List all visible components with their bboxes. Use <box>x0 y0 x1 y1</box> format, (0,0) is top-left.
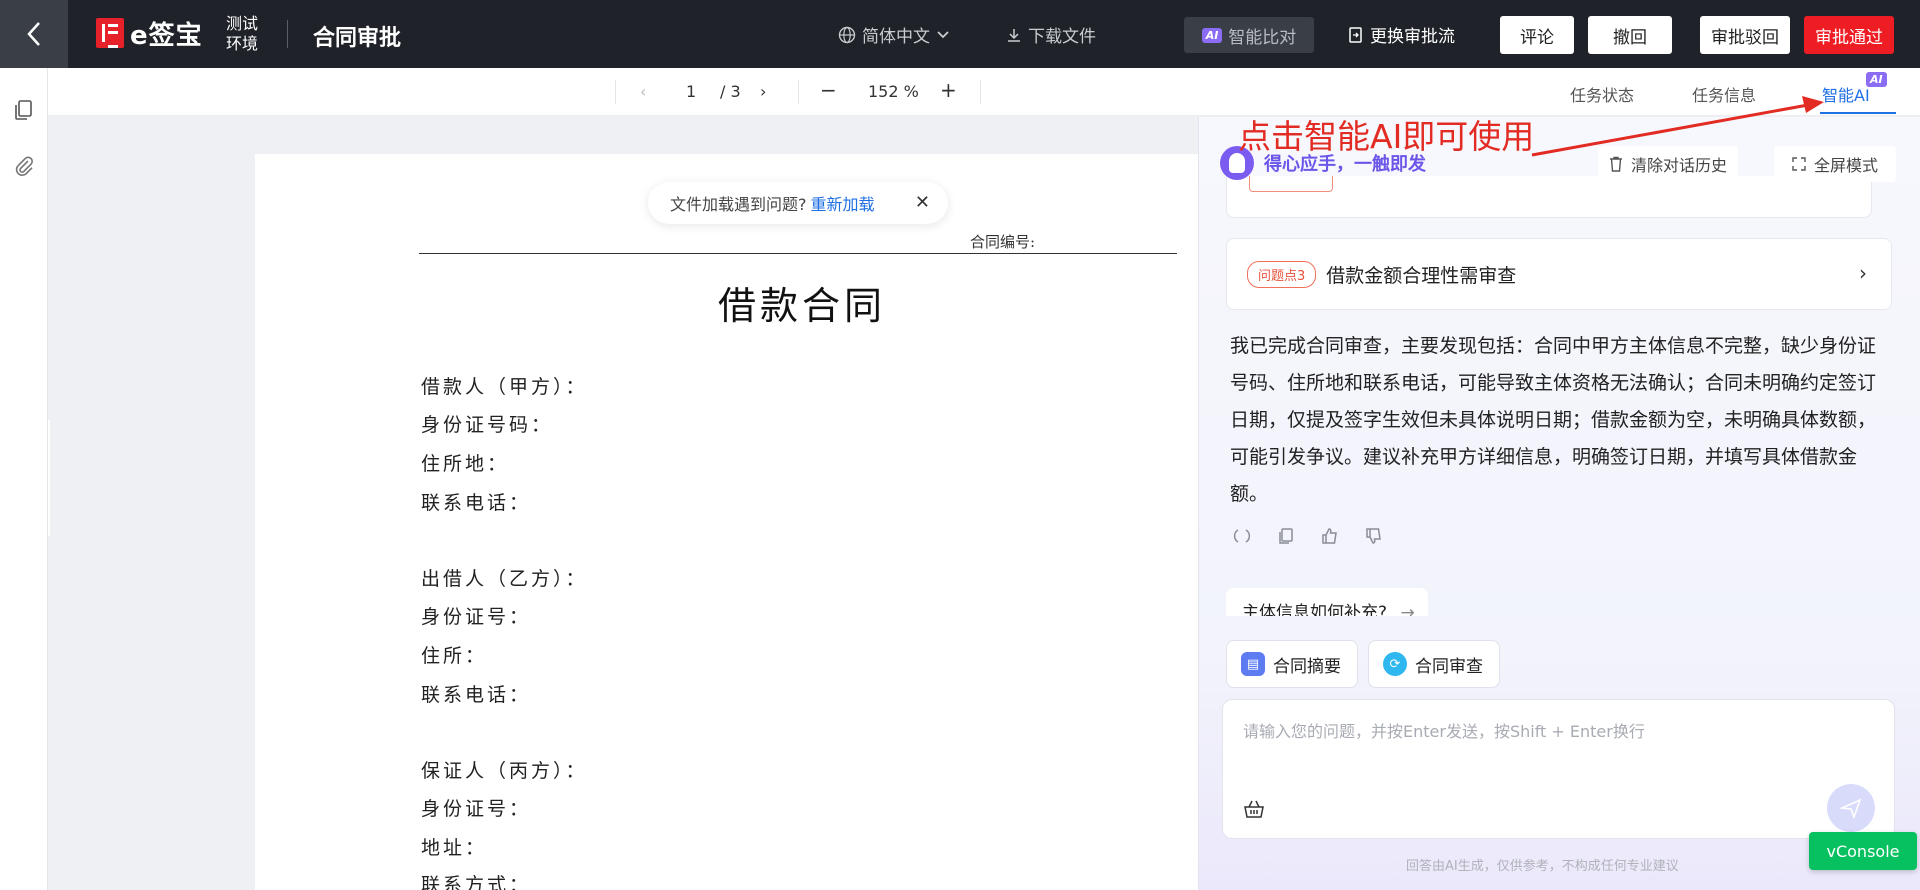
contract-number-label: 合同编号: <box>970 233 1036 251</box>
book-icon: ▤ <box>1241 652 1265 676</box>
download-button[interactable]: 下载文件 <box>1006 22 1096 47</box>
suggested-question-text: 主体信息如何补充? <box>1242 603 1388 616</box>
env-label: 测试环境 <box>226 14 259 53</box>
review-icon: ⟳ <box>1383 652 1407 676</box>
issue-tag: 问题点3 <box>1247 260 1317 288</box>
attachment-icon[interactable] <box>12 154 36 178</box>
reject-button[interactable]: 审批驳回 <box>1700 16 1790 54</box>
doc-field: 身份证号： <box>421 798 532 820</box>
arrow-right-icon: → <box>1400 603 1415 616</box>
doc-field: 出借人（乙方）： <box>421 568 588 590</box>
doc-field: 地址： <box>421 837 488 859</box>
reload-link[interactable]: 重新加载 <box>811 191 875 215</box>
doc-field: 联系电话： <box>421 684 532 706</box>
approve-button[interactable]: 审批通过 <box>1804 16 1894 54</box>
tab-task-info[interactable]: 任务信息 <box>1692 82 1756 106</box>
fullscreen-label: 全屏模式 <box>1813 156 1878 175</box>
doc-field: 联系电话： <box>421 492 532 514</box>
divider <box>798 80 799 104</box>
change-flow-label: 更换审批流 <box>1370 27 1455 47</box>
top-bar: e签宝 测试环境 合同审批 简体中文 下载文件 AI 智能比对 更换审批流 评论… <box>0 0 1920 68</box>
viewer-toolbar: ‹ 1 / 3 › − 152 % + <box>48 68 1920 116</box>
contract-review-label: 合同审查 <box>1415 656 1483 677</box>
send-button[interactable] <box>1827 784 1875 832</box>
doc-field: 住所地： <box>421 453 510 475</box>
contract-summary-label: 合同摘要 <box>1273 656 1341 677</box>
change-flow-button[interactable]: 更换审批流 <box>1348 22 1455 47</box>
header-rule <box>419 253 1177 254</box>
logo-text: e签宝 <box>130 20 203 51</box>
doc-field: 身份证号： <box>421 606 532 628</box>
annotation-text: 点击智能AI即可使用 <box>1238 117 1535 156</box>
send-icon <box>1840 798 1862 819</box>
tab-task-status[interactable]: 任务状态 <box>1570 82 1634 106</box>
logo-mark <box>96 18 124 48</box>
total-pages: / 3 <box>720 82 741 101</box>
doc-field: 保证人（丙方）： <box>421 760 588 782</box>
ai-disclaimer: 回答由AI生成，仅供参考，不构成任何专业建议 <box>1406 859 1679 874</box>
clear-history-button[interactable]: 清除对话历史 <box>1598 146 1738 182</box>
doc-field: 住所： <box>421 645 488 667</box>
basket-icon[interactable] <box>1243 798 1265 820</box>
load-error-toast: 文件加载遇到问题? 重新加载 ✕ <box>648 182 948 224</box>
zoom-out-button[interactable]: − <box>820 78 837 102</box>
contract-title: 借款合同 <box>718 284 887 328</box>
comment-button[interactable]: 评论 <box>1500 16 1574 54</box>
divider <box>287 20 288 48</box>
suggested-question[interactable]: 主体信息如何补充? → <box>1226 588 1428 616</box>
tab-smart-ai[interactable]: 智能AI <box>1822 82 1870 106</box>
doc-field: 联系方式： <box>421 874 532 890</box>
issue-title: 借款金额合理性需审查 <box>1326 264 1517 287</box>
divider <box>615 80 616 104</box>
page-title: 合同审批 <box>313 26 402 51</box>
download-label: 下载文件 <box>1028 27 1096 47</box>
next-page-button[interactable]: › <box>760 82 766 101</box>
regenerate-icon[interactable] <box>1232 526 1252 546</box>
contract-summary-button[interactable]: ▤ 合同摘要 <box>1226 640 1358 688</box>
chevron-down-icon <box>937 30 949 38</box>
doc-field: 身份证号码： <box>421 414 554 436</box>
ai-answer: 我已完成合同审查，主要发现包括：合同中甲方主体信息不完整，缺少身份证号码、住所地… <box>1230 335 1877 505</box>
active-tab-indicator <box>1820 112 1896 114</box>
copy-icon[interactable] <box>1276 526 1296 546</box>
answer-actions <box>1232 526 1384 546</box>
zoom-in-button[interactable]: + <box>940 78 957 102</box>
vconsole-button[interactable]: vConsole <box>1809 832 1917 870</box>
issue-card[interactable]: 问题点3 借款金额合理性需审查 › <box>1226 238 1892 310</box>
copy-pages-icon[interactable] <box>12 98 36 122</box>
fullscreen-icon <box>1792 157 1806 171</box>
thumbs-down-icon[interactable] <box>1364 526 1384 546</box>
ai-superscript-badge: AI <box>1866 72 1887 87</box>
toast-message: 文件加载遇到问题? <box>670 195 807 214</box>
chevron-left-icon <box>27 22 40 46</box>
left-rail <box>0 68 48 890</box>
logo: e签宝 <box>96 17 203 51</box>
globe-icon <box>838 26 856 43</box>
question-input[interactable] <box>1243 718 1863 778</box>
divider <box>980 80 981 104</box>
contract-review-button[interactable]: ⟳ 合同审查 <box>1368 640 1500 688</box>
thumbs-up-icon[interactable] <box>1320 526 1340 546</box>
current-page[interactable]: 1 <box>686 82 696 101</box>
language-label: 简体中文 <box>862 27 930 47</box>
download-icon <box>1008 28 1020 42</box>
issue-card-previous[interactable] <box>1226 176 1872 218</box>
prev-page-button[interactable]: ‹ <box>640 82 646 101</box>
fullscreen-button[interactable]: 全屏模式 <box>1774 146 1896 182</box>
ai-compare-button[interactable]: AI 智能比对 <box>1184 17 1314 53</box>
document-page <box>255 154 1255 890</box>
clear-history-label: 清除对话历史 <box>1630 156 1727 175</box>
doc-field: 借款人（甲方）： <box>421 376 588 398</box>
ai-compare-label: 智能比对 <box>1228 27 1297 48</box>
ai-badge: AI <box>1201 27 1223 43</box>
withdraw-button[interactable]: 撤回 <box>1588 16 1672 54</box>
chevron-right-icon: › <box>1859 261 1867 285</box>
question-input-box <box>1222 699 1895 839</box>
zoom-level: 152 % <box>868 82 919 101</box>
trash-icon <box>1609 156 1622 172</box>
language-selector[interactable]: 简体中文 <box>838 22 950 47</box>
close-icon[interactable]: ✕ <box>915 192 930 213</box>
document-swap-icon <box>1349 26 1362 43</box>
back-button[interactable] <box>0 0 68 68</box>
